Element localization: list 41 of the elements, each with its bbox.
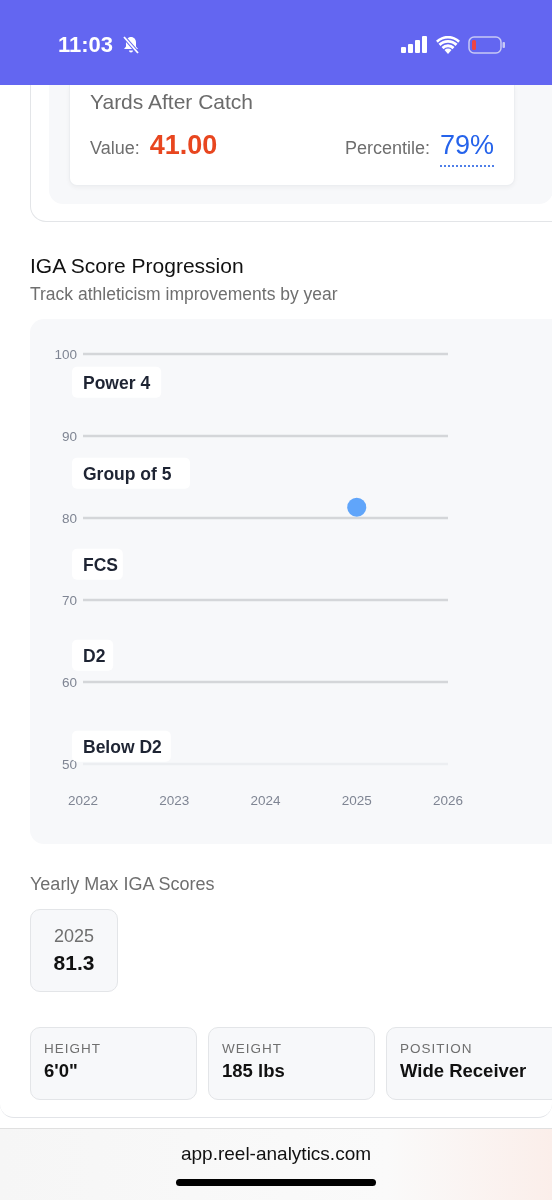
annotation: Below D2	[83, 736, 163, 757]
y-tick-label: 70	[61, 593, 77, 608]
info-label: HEIGHT	[44, 1041, 102, 1056]
metric-value: 41.00	[149, 130, 218, 161]
percentile-value: 79%	[439, 130, 494, 167]
year-score: 81.3	[53, 951, 95, 975]
section-subtitle: Track athleticism improvements by year	[30, 284, 339, 305]
x-tick-label: 2026	[433, 793, 463, 808]
x-tick-label: 2023	[159, 793, 190, 808]
annotation: Group of 5	[83, 463, 172, 484]
annotation: D2	[83, 645, 106, 666]
y-tick-label: 60	[61, 675, 77, 690]
url-text[interactable]: app.reel-analytics.com	[180, 1143, 372, 1165]
signal-icon	[401, 36, 428, 53]
metric-title: Yards After Catch	[90, 90, 255, 114]
info-label: WEIGHT	[222, 1041, 283, 1056]
x-tick-label: 2024	[250, 793, 281, 808]
y-tick-label: 80	[61, 511, 77, 526]
x-tick-label: 2022	[68, 793, 98, 808]
info-value: Wide Receiver	[400, 1060, 528, 1082]
tier-label: Group of 5	[72, 457, 190, 489]
wifi-icon	[436, 35, 460, 54]
battery-icon	[468, 35, 506, 54]
y-tick-label: 100	[54, 347, 77, 362]
tier-label: D2	[72, 639, 114, 671]
year-label: 2025	[53, 926, 94, 947]
status-time: 11:03	[58, 31, 114, 58]
y-tick-label: 90	[61, 429, 77, 444]
info-label: POSITION	[400, 1041, 474, 1056]
section-title: IGA Score Progression	[30, 254, 245, 278]
value-label: Value:	[90, 138, 140, 159]
info-value: 6'0"	[44, 1060, 79, 1082]
annotation: Power 4	[83, 372, 151, 393]
tier-label: FCS	[72, 548, 123, 580]
annotation: FCS	[83, 554, 118, 575]
section-title: Yearly Max IGA Scores	[30, 874, 216, 895]
x-tick-label: 2025	[341, 793, 372, 808]
tier-label: Power 4	[72, 366, 162, 398]
info-value: 185 lbs	[222, 1060, 286, 1082]
percentile-label: Percentile:	[344, 138, 430, 159]
bell-slash-icon	[121, 34, 142, 55]
